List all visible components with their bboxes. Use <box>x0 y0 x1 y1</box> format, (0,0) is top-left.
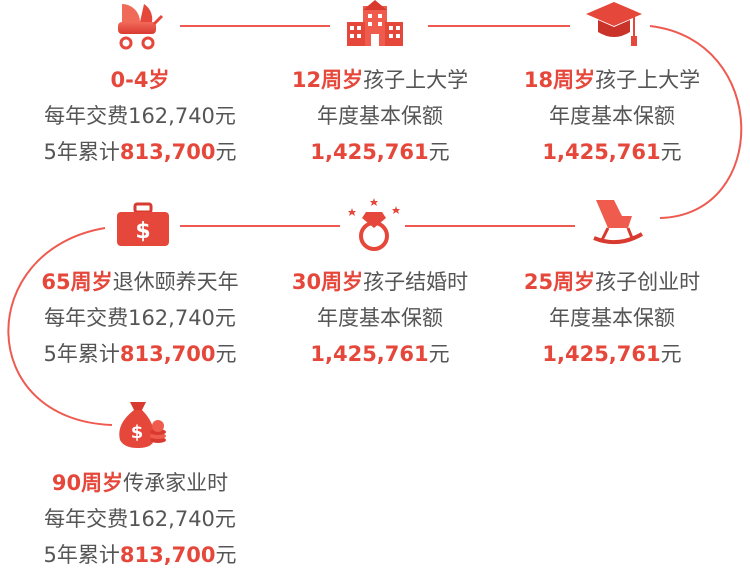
currency-suffix: 元 <box>215 342 237 366</box>
coverage-line: 1,425,761元 <box>260 336 500 372</box>
currency-suffix: 元 <box>215 543 237 567</box>
node-college-12: 12周岁孩子上大学 年度基本保额 1,425,761元 <box>260 62 500 170</box>
total-line: 5年累计813,700元 <box>20 537 260 573</box>
svg-text:$: $ <box>131 422 144 443</box>
node-title: 0-4岁 <box>20 62 260 98</box>
event-label: 传承家业时 <box>123 471 229 495</box>
age-label: 12周岁 <box>291 68 364 92</box>
coverage-amount: 1,425,761 <box>542 140 661 164</box>
node-title: 25周岁孩子创业时 <box>492 264 732 300</box>
total-line: 5年累计813,700元 <box>20 134 260 170</box>
total-line: 5年累计813,700元 <box>20 336 260 372</box>
coverage-label-text: 年度基本保额 <box>317 104 443 128</box>
age-label: 30周岁 <box>291 270 364 294</box>
currency-suffix: 元 <box>660 342 682 366</box>
event-label: 退休颐养天年 <box>112 270 239 294</box>
svg-text:$: $ <box>135 219 150 244</box>
total-amount: 813,700 <box>119 543 216 567</box>
coverage-line: 1,425,761元 <box>492 336 732 372</box>
node-title: 30周岁孩子结婚时 <box>260 264 500 300</box>
coverage-label-text: 年度基本保额 <box>549 104 675 128</box>
node-title: 65周岁退休颐养天年 <box>20 264 260 300</box>
total-amount: 813,700 <box>119 140 216 164</box>
total-amount: 813,700 <box>119 342 216 366</box>
annual-payment-text: 每年交费162,740元 <box>44 507 236 531</box>
age-label: 18周岁 <box>523 68 596 92</box>
payment-line: 每年交费162,740元 <box>20 98 260 134</box>
age-label: 25周岁 <box>523 270 596 294</box>
total-prefix: 5年累计 <box>43 342 120 366</box>
payment-line: 每年交费162,740元 <box>20 300 260 336</box>
node-retire-65: 65周岁退休颐养天年 每年交费162,740元 5年累计813,700元 <box>20 264 260 372</box>
timeline-diagram: $ $ 0-4岁 每年交费162,740元 5年累计813,700元 12周岁孩… <box>0 0 750 571</box>
coverage-amount: 1,425,761 <box>310 342 429 366</box>
coverage-label: 年度基本保额 <box>260 300 500 336</box>
event-label: 孩子创业时 <box>595 270 701 294</box>
age-label: 90周岁 <box>51 471 124 495</box>
currency-suffix: 元 <box>215 140 237 164</box>
node-legacy-90: 90周岁传承家业时 每年交费162,740元 5年累计813,700元 <box>20 465 260 573</box>
money-briefcase-icon: $ <box>113 198 173 254</box>
money-bag-icon: $ <box>110 396 170 452</box>
age-label: 0-4岁 <box>110 68 170 92</box>
node-title: 90周岁传承家业时 <box>20 465 260 501</box>
node-college-18: 18周岁孩子上大学 年度基本保额 1,425,761元 <box>492 62 732 170</box>
diamond-ring-icon <box>344 198 404 254</box>
coverage-line: 1,425,761元 <box>492 134 732 170</box>
total-prefix: 5年累计 <box>43 140 120 164</box>
event-label: 孩子上大学 <box>595 68 701 92</box>
node-startup-25: 25周岁孩子创业时 年度基本保额 1,425,761元 <box>492 264 732 372</box>
coverage-label: 年度基本保额 <box>492 98 732 134</box>
currency-suffix: 元 <box>660 140 682 164</box>
age-label: 65周岁 <box>41 270 113 294</box>
total-prefix: 5年累计 <box>43 543 120 567</box>
payment-line: 每年交费162,740元 <box>20 501 260 537</box>
annual-payment-text: 每年交费162,740元 <box>44 306 236 330</box>
node-title: 12周岁孩子上大学 <box>260 62 500 98</box>
baby-stroller-icon <box>108 0 168 52</box>
coverage-amount: 1,425,761 <box>310 140 429 164</box>
school-building-icon <box>345 0 405 54</box>
node-title: 18周岁孩子上大学 <box>492 62 732 98</box>
node-marriage-30: 30周岁孩子结婚时 年度基本保额 1,425,761元 <box>260 264 500 372</box>
coverage-label-text: 年度基本保额 <box>549 306 675 330</box>
rocking-chair-icon <box>588 194 648 250</box>
coverage-amount: 1,425,761 <box>542 342 661 366</box>
coverage-label: 年度基本保额 <box>492 300 732 336</box>
annual-payment-text: 每年交费162,740元 <box>44 104 236 128</box>
graduation-cap-icon <box>584 0 644 52</box>
node-birth: 0-4岁 每年交费162,740元 5年累计813,700元 <box>20 62 260 170</box>
currency-suffix: 元 <box>428 342 450 366</box>
currency-suffix: 元 <box>428 140 450 164</box>
coverage-label: 年度基本保额 <box>260 98 500 134</box>
coverage-label-text: 年度基本保额 <box>317 306 443 330</box>
event-label: 孩子结婚时 <box>363 270 469 294</box>
coverage-line: 1,425,761元 <box>260 134 500 170</box>
event-label: 孩子上大学 <box>363 68 469 92</box>
